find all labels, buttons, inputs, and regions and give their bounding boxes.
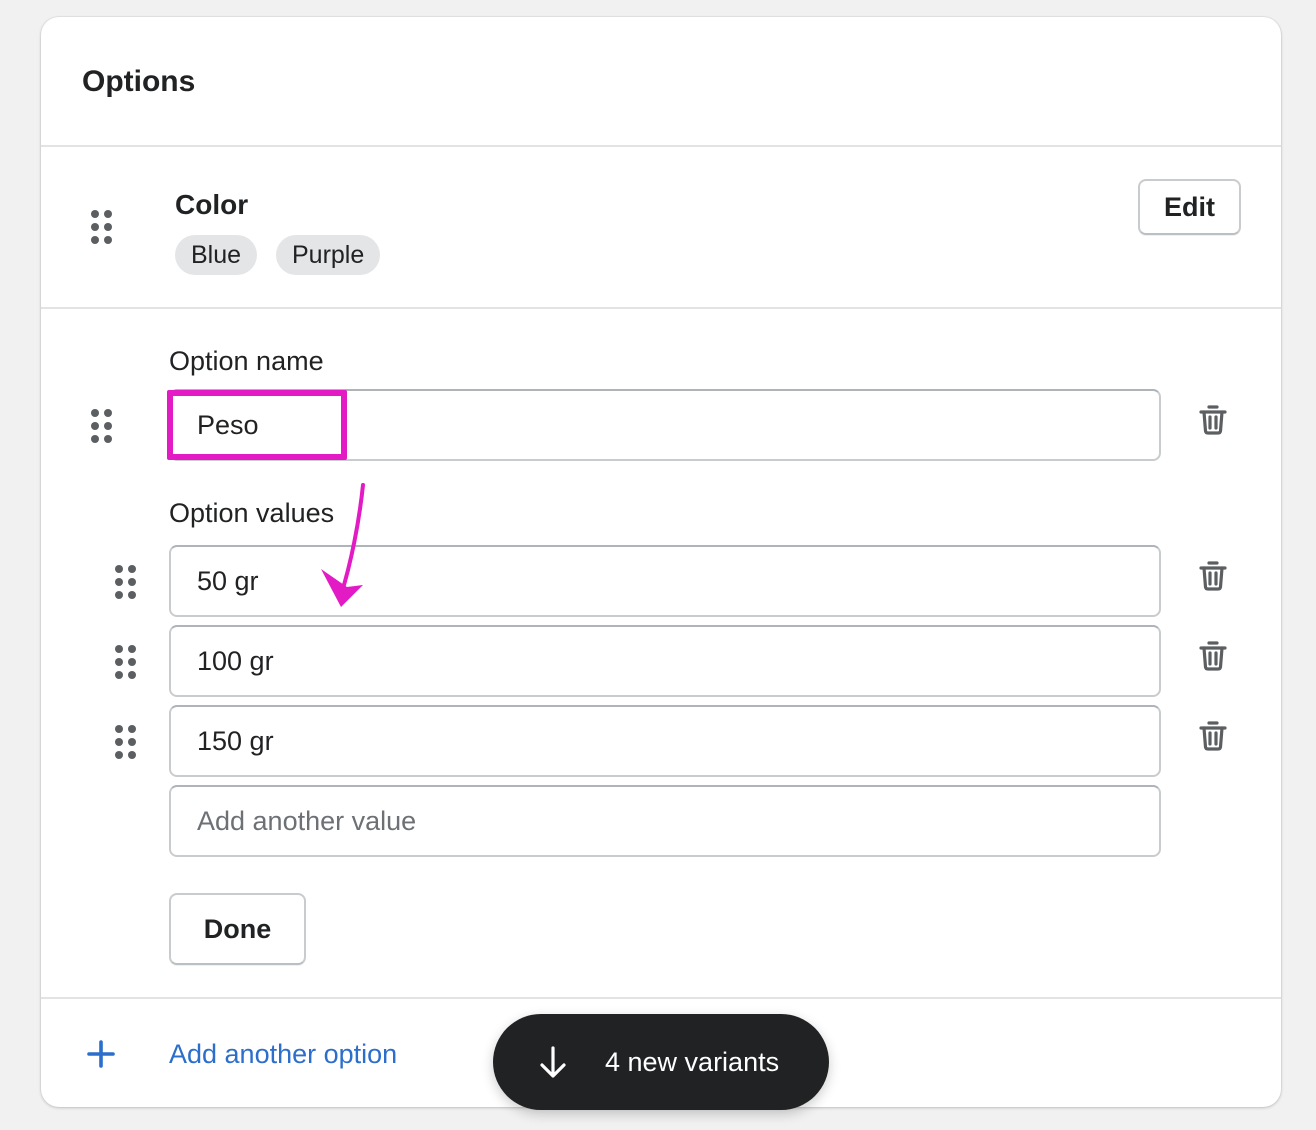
- trash-icon[interactable]: [1199, 559, 1227, 591]
- divider: [41, 145, 1281, 147]
- annotation-arrow-icon: [321, 483, 365, 607]
- option-value-input[interactable]: 100 gr: [169, 625, 1161, 697]
- option-value-input[interactable]: 150 gr: [169, 705, 1161, 777]
- drag-handle-icon[interactable]: [114, 564, 138, 600]
- trash-icon[interactable]: [1199, 403, 1227, 435]
- trash-icon[interactable]: [1199, 639, 1227, 671]
- card-title: Options: [82, 65, 196, 98]
- divider: [41, 307, 1281, 309]
- edit-button[interactable]: Edit: [1138, 179, 1241, 235]
- drag-handle-icon[interactable]: [114, 644, 138, 680]
- add-value-input[interactable]: Add another value: [169, 785, 1161, 857]
- drag-handle-icon[interactable]: [90, 408, 114, 444]
- option-name-title: Color: [175, 189, 249, 220]
- option-name-label: Option name: [169, 346, 324, 376]
- done-button[interactable]: Done: [169, 893, 306, 965]
- drag-handle-icon[interactable]: [90, 209, 114, 245]
- option-value-tag: Purple: [276, 235, 381, 275]
- annotation-highlight-box: [167, 390, 347, 460]
- trash-icon[interactable]: [1199, 719, 1227, 751]
- option-value-tag: Blue: [175, 235, 258, 275]
- arrow-down-icon: [540, 1046, 566, 1078]
- divider: [41, 997, 1281, 999]
- option-values-label: Option values: [169, 498, 335, 528]
- toast-label: 4 new variants: [605, 1046, 780, 1077]
- drag-handle-icon[interactable]: [114, 724, 138, 760]
- add-another-option-button[interactable]: Add another option: [81, 1017, 397, 1091]
- options-card: Options Color Blue Purple Edit Option na…: [41, 17, 1281, 1107]
- plus-icon: [87, 1040, 115, 1068]
- new-variants-toast[interactable]: 4 new variants: [493, 1014, 829, 1110]
- add-another-option-label: Add another option: [169, 1038, 398, 1069]
